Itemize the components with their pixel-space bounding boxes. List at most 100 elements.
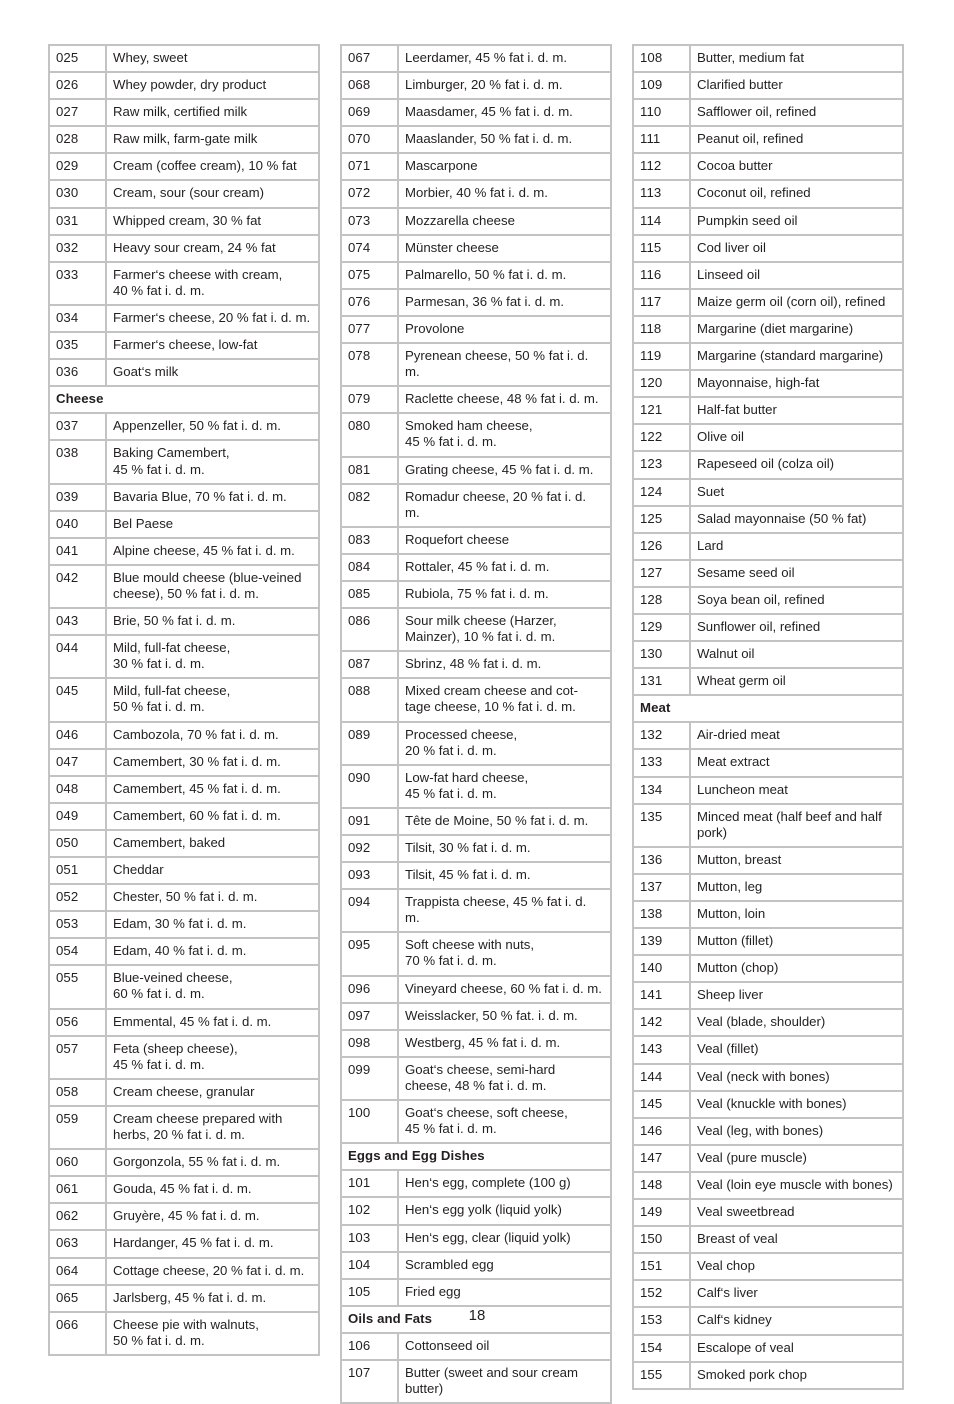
food-id-cell: 137: [632, 872, 691, 903]
food-name-cell: Escalope of veal: [689, 1333, 904, 1363]
food-name-cell: Air-dried meat: [689, 721, 904, 751]
table-row: 054 Edam, 40 % fat i. d. m.: [48, 937, 320, 967]
section-header-label: Cheese: [48, 385, 320, 415]
food-name-cell: Veal (loin eye muscle with bones): [689, 1170, 904, 1201]
food-name-cell: Grating cheese, 45 % fat i. d. m.: [397, 455, 612, 485]
table-row: 035 Farmer‘s cheese, low-fat: [48, 331, 320, 361]
food-name-cell: Soft cheese with nuts, 70 % fat i. d. m.: [397, 931, 612, 977]
table-row: 051 Cheddar: [48, 855, 320, 886]
table-row: 049 Camembert, 60 % fat i. d. m.: [48, 801, 320, 831]
food-name-cell: Raw milk, farm-gate milk: [105, 125, 320, 155]
table-row: 146 Veal (leg, with bones): [632, 1116, 904, 1146]
table-row: 133 Meat extract: [632, 748, 904, 778]
table-row: 092 Tilsit, 30 % fat i. d. m.: [340, 833, 612, 864]
food-name-cell: Rottaler, 45 % fat i. d. m.: [397, 552, 612, 582]
food-id-cell: 130: [632, 640, 691, 670]
food-id-cell: 101: [340, 1169, 399, 1199]
food-id-cell: 033: [48, 260, 107, 306]
table-row: 106 Cottonseed oil: [340, 1331, 612, 1361]
food-name-cell: Lard: [689, 531, 904, 561]
table-row: 102 Hen‘s egg yolk (liquid yolk): [340, 1196, 612, 1226]
food-name-cell: Tilsit, 45 % fat i. d. m.: [397, 861, 612, 891]
food-id-cell: 053: [48, 910, 107, 940]
food-name-cell: Raclette cheese, 48 % fat i. d. m.: [397, 385, 612, 415]
food-id-cell: 070: [340, 125, 399, 155]
food-name-cell: Morbier, 40 % fat i. d. m.: [397, 179, 612, 209]
table-row: 131 Wheat germ oil: [632, 667, 904, 697]
food-index-columns: 025 Whey, sweet 026 Whey powder, dry produc…: [48, 43, 904, 1404]
food-id-cell: 154: [632, 1333, 691, 1363]
food-id-cell: 124: [632, 477, 691, 507]
food-id-cell: 096: [340, 974, 399, 1004]
table-row: 031 Whipped cream, 30 % fat: [48, 206, 320, 236]
food-id-cell: 072: [340, 179, 399, 209]
food-name-cell: Mozzarella cheese: [397, 206, 612, 236]
food-name-cell: Edam, 40 % fat i. d. m.: [105, 937, 320, 967]
table-row: 091 Tête de Moine, 50 % fat i. d. m.: [340, 806, 612, 837]
food-id-cell: 086: [340, 607, 399, 653]
table-body-2: 067 Leerdamer, 45 % fat i. d. m. 068 Limbur…: [340, 43, 612, 1404]
food-name-cell: Veal (leg, with bones): [689, 1116, 904, 1146]
table-row: 094 Trappista cheese, 45 % fat i. d. m.: [340, 888, 612, 934]
food-name-cell: Maasdamer, 45 % fat i. d. m.: [397, 98, 612, 128]
table-row: 115 Cod liver oil: [632, 233, 904, 263]
food-id-cell: 115: [632, 233, 691, 263]
food-name-cell: Veal chop: [689, 1252, 904, 1282]
table-row: 129 Sunflower oil, refined: [632, 612, 904, 643]
table-row: 127 Sesame seed oil: [632, 558, 904, 588]
food-id-cell: 071: [340, 152, 399, 182]
food-name-cell: Gorgonzola, 55 % fat i. d. m.: [105, 1148, 320, 1178]
food-id-cell: 108: [632, 43, 691, 74]
food-id-cell: 135: [632, 802, 691, 848]
food-name-cell: Meat extract: [689, 748, 904, 778]
food-name-cell: Mayonnaise, high-fat: [689, 369, 904, 399]
food-id-cell: 104: [340, 1250, 399, 1280]
food-id-cell: 132: [632, 721, 691, 751]
table-row: 109 Clarified butter: [632, 71, 904, 101]
food-id-cell: 062: [48, 1202, 107, 1232]
table-row: 119 Margarine (standard margarine): [632, 342, 904, 372]
food-id-cell: 031: [48, 206, 107, 236]
food-name-cell: Parmesan, 36 % fat i. d. m.: [397, 287, 612, 317]
table-row: 107 Butter (sweet and sour cream butter): [340, 1358, 612, 1404]
food-name-cell: Whey, sweet: [105, 43, 320, 74]
table-row: 041 Alpine cheese, 45 % fat i. d. m.: [48, 536, 320, 566]
table-row: 082 Romadur cheese, 20 % fat i. d. m.: [340, 482, 612, 528]
table-row: 108 Butter, medium fat: [632, 43, 904, 74]
table-row: 053 Edam, 30 % fat i. d. m.: [48, 910, 320, 940]
food-id-cell: 100: [340, 1099, 399, 1145]
table-row: 125 Salad mayonnaise (50 % fat): [632, 504, 904, 534]
food-id-cell: 131: [632, 667, 691, 697]
food-id-cell: 063: [48, 1229, 107, 1259]
table-row: 116 Linseed oil: [632, 260, 904, 290]
food-name-cell: Wheat germ oil: [689, 667, 904, 697]
food-name-cell: Rapeseed oil (colza oil): [689, 450, 904, 480]
food-id-cell: 073: [340, 206, 399, 236]
table-row: 144 Veal (neck with bones): [632, 1062, 904, 1092]
table-row: 126 Lard: [632, 531, 904, 561]
food-name-cell: Brie, 50 % fat i. d. m.: [105, 607, 320, 637]
food-id-cell: 029: [48, 152, 107, 182]
food-id-cell: 107: [340, 1358, 399, 1404]
food-name-cell: Peanut oil, refined: [689, 125, 904, 155]
food-name-cell: Bel Paese: [105, 509, 320, 539]
food-id-cell: 121: [632, 396, 691, 426]
table-row: 121 Half-fat butter: [632, 396, 904, 426]
index-column-1: 025 Whey, sweet 026 Whey powder, dry produc…: [48, 43, 320, 1404]
food-id-cell: 078: [340, 342, 399, 388]
food-id-cell: 045: [48, 677, 107, 723]
food-id-cell: 039: [48, 482, 107, 512]
table-row: 135 Minced meat (half beef and half pork): [632, 802, 904, 848]
table-row: 084 Rottaler, 45 % fat i. d. m.: [340, 552, 612, 582]
table-row: 087 Sbrinz, 48 % fat i. d. m.: [340, 650, 612, 680]
table-row: 060 Gorgonzola, 55 % fat i. d. m.: [48, 1148, 320, 1178]
food-id-cell: 090: [340, 763, 399, 809]
food-id-cell: 069: [340, 98, 399, 128]
table-row: 134 Luncheon meat: [632, 775, 904, 805]
food-id-cell: 139: [632, 927, 691, 957]
food-name-cell: Bavaria Blue, 70 % fat i. d. m.: [105, 482, 320, 512]
table-row: 036 Goat‘s milk: [48, 358, 320, 388]
table-row: 138 Mutton, loin: [632, 899, 904, 930]
index-column-3: 108 Butter, medium fat 109 Clarified butter…: [632, 43, 904, 1404]
food-id-cell: 060: [48, 1148, 107, 1178]
